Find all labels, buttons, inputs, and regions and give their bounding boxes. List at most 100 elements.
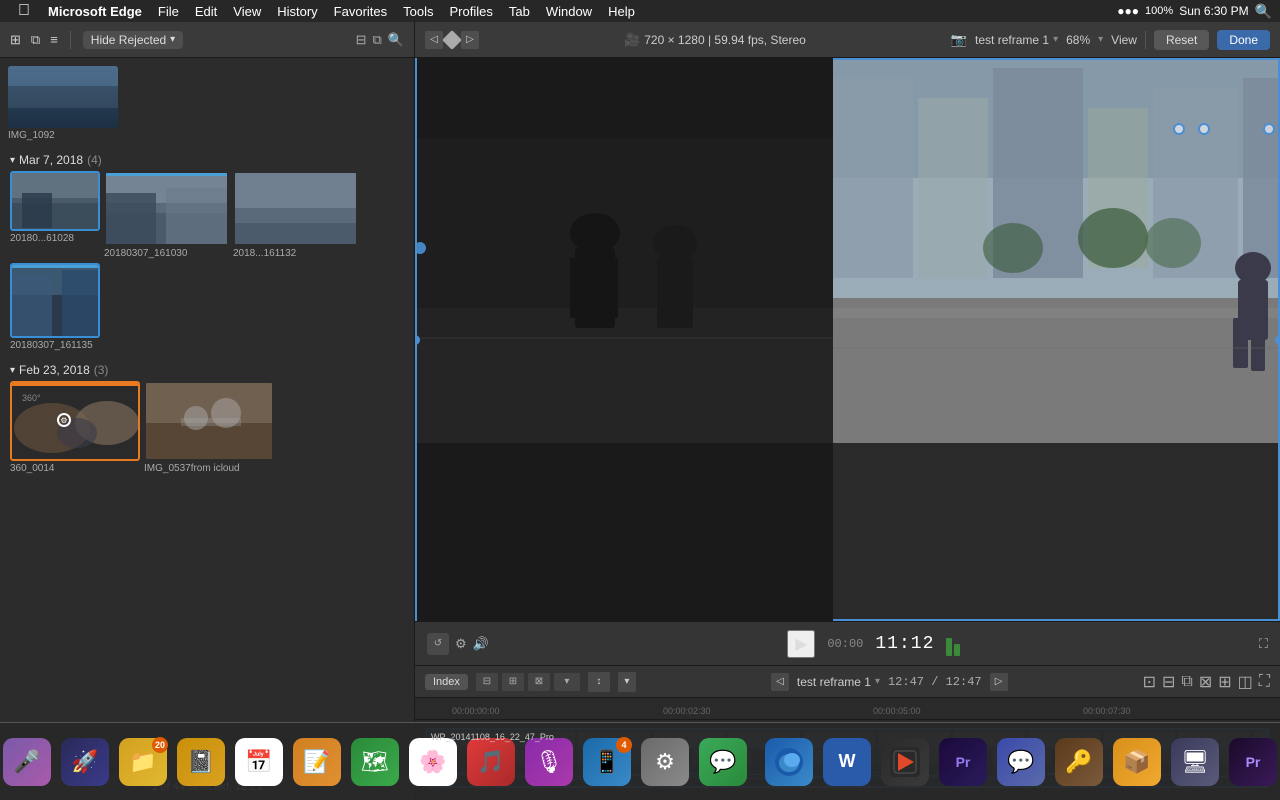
- premiere-letters: Pr: [956, 754, 971, 770]
- sort-arrow[interactable]: ▾: [618, 672, 636, 692]
- layout-btn-4[interactable]: ▾: [554, 673, 580, 691]
- zoom-timeline-icon[interactable]: ⛶: [1259, 673, 1270, 691]
- menu-tools[interactable]: Tools: [395, 0, 441, 22]
- list-icon[interactable]: ≡: [50, 32, 58, 47]
- dock-music-icon: 🎵: [467, 738, 515, 786]
- notes-badge: 20: [152, 737, 168, 753]
- layout-btn-3[interactable]: ⊠: [528, 673, 550, 691]
- reset-button[interactable]: Reset: [1154, 30, 1209, 50]
- dock-photos[interactable]: 🌸: [406, 735, 460, 789]
- dock-archive[interactable]: 📦: [1110, 735, 1164, 789]
- dock-maps[interactable]: 🗺: [348, 735, 402, 789]
- menu-history[interactable]: History: [269, 0, 325, 22]
- menu-view[interactable]: View: [225, 0, 269, 22]
- dock-premiere2[interactable]: Pr: [1226, 735, 1280, 789]
- view-options: ⊟ ⧉ 🔍: [356, 32, 404, 48]
- dock-stickies[interactable]: 📝: [290, 735, 344, 789]
- dock-siri[interactable]: 🎤: [0, 735, 54, 789]
- menu-window[interactable]: Window: [538, 0, 600, 22]
- dock-systemprefs[interactable]: ⚙: [638, 735, 692, 789]
- next-keyframe-button[interactable]: ▷: [461, 31, 479, 49]
- media-list[interactable]: IMG_1092 ▾ Mar 7, 2018 (4): [0, 58, 414, 772]
- options-icon[interactable]: ⚙: [455, 636, 467, 652]
- dock-screen[interactable]: 🖥: [1168, 735, 1222, 789]
- dock-keychain-icon: 🔑: [1055, 738, 1103, 786]
- menu-help[interactable]: Help: [600, 0, 643, 22]
- dock-keychain[interactable]: 🔑: [1052, 735, 1106, 789]
- index-button[interactable]: Index: [425, 674, 468, 690]
- audio-icon[interactable]: 🔊: [473, 636, 489, 652]
- video-preview-left: [415, 58, 833, 621]
- dock-premiere[interactable]: Pr: [936, 735, 990, 789]
- selection-bar: [8, 66, 118, 69]
- layout-btn-2[interactable]: ⊞: [502, 673, 524, 691]
- app-name[interactable]: Microsoft Edge: [40, 0, 150, 22]
- clip-item-360[interactable]: 360° ⚙ 360_0014: [10, 381, 140, 474]
- reframe-handle-right[interactable]: [1275, 335, 1280, 345]
- right-panel: ◁ ▷ 🎥 720 × 1280 | 59.94 fps, Stereo 📷 t…: [415, 22, 1280, 800]
- view-button[interactable]: View: [1111, 33, 1137, 47]
- prev-keyframe-button[interactable]: ◁: [425, 31, 443, 49]
- clip-svg-0: [12, 173, 100, 231]
- apple-menu[interactable]: : [8, 0, 40, 22]
- timeline-prev-button[interactable]: ◁: [771, 673, 789, 691]
- left-scene-svg: [415, 58, 833, 443]
- top-clip-item[interactable]: IMG_1092: [4, 62, 410, 145]
- dock-photos-icon: 🌸: [409, 738, 457, 786]
- dock-launchpad[interactable]: 🚀: [58, 735, 112, 789]
- search-media-icon[interactable]: 🔍: [388, 32, 404, 48]
- clip-icon-1[interactable]: ⊡: [1143, 672, 1156, 692]
- dock-teams[interactable]: 💬: [994, 735, 1048, 789]
- track-label: WP_20141108_16_22_47_Pro: [431, 732, 554, 742]
- reframe-control-center[interactable]: [1173, 123, 1185, 135]
- clip-icon-6[interactable]: ◫: [1238, 672, 1253, 692]
- menu-favorites[interactable]: Favorites: [326, 0, 395, 22]
- dock-word[interactable]: W: [820, 735, 874, 789]
- dock-support[interactable]: 💬: [696, 735, 750, 789]
- dock-edge[interactable]: [762, 735, 816, 789]
- dock-archive-icon: 📦: [1113, 738, 1161, 786]
- clip-icon-2[interactable]: ⊟: [1162, 672, 1175, 692]
- layout-btn-1[interactable]: ⊟: [476, 673, 498, 691]
- menu-tab[interactable]: Tab: [501, 0, 538, 22]
- menu-profiles[interactable]: Profiles: [442, 0, 501, 22]
- clip-item-2[interactable]: 2018...161132: [233, 171, 358, 259]
- grid-view-icon[interactable]: ⊟: [356, 32, 367, 48]
- menu-edit[interactable]: Edit: [187, 0, 225, 22]
- play-button[interactable]: ▶: [787, 630, 815, 658]
- dock-notes[interactable]: 📁 20: [116, 735, 170, 789]
- timecode-display: 11:12: [875, 634, 934, 654]
- dock-appstore[interactable]: 📱 4: [580, 735, 634, 789]
- menu-file[interactable]: File: [150, 0, 187, 22]
- clip-icon-3[interactable]: ⧉: [1181, 673, 1192, 691]
- clip-item-3[interactable]: 20180307_161135: [10, 263, 100, 351]
- clip-item-0[interactable]: 20180...61028: [10, 171, 100, 259]
- filmstrip-view-icon[interactable]: ⧉: [373, 32, 382, 48]
- date-header-feb23[interactable]: ▾ Feb 23, 2018 (3): [4, 359, 410, 381]
- clips-grid-mar7: 20180...61028: [4, 171, 410, 351]
- clip-item-icloud[interactable]: IMG_0537from icloud: [144, 381, 274, 474]
- dock-notebook[interactable]: 📓: [174, 735, 228, 789]
- timeline-next-button[interactable]: ▷: [990, 673, 1008, 691]
- clip-icon-5[interactable]: ⊞: [1218, 672, 1231, 692]
- dock-music[interactable]: 🎵: [464, 735, 518, 789]
- grid-icon[interactable]: ⊞: [10, 32, 21, 48]
- clip-item-1[interactable]: 20180307_161030: [104, 171, 229, 259]
- sort-button[interactable]: ↕: [588, 672, 610, 692]
- expand-icon[interactable]: ⛶: [1259, 636, 1268, 652]
- clip-label-0: 20180...61028: [10, 233, 100, 244]
- reframe-control-2[interactable]: [1198, 123, 1210, 135]
- loop-button[interactable]: ↺: [427, 633, 449, 655]
- hide-rejected-button[interactable]: Hide Rejected ▾: [83, 31, 183, 49]
- fcpx-svg: [890, 747, 920, 777]
- dock-launchpad-icon: 🚀: [61, 738, 109, 786]
- dock-fcpx[interactable]: [878, 735, 932, 789]
- reframe-control-3[interactable]: [1263, 123, 1275, 135]
- filmstrip-icon[interactable]: ⧉: [31, 32, 40, 48]
- dock-podcasts[interactable]: 🎙: [522, 735, 576, 789]
- clip-icon-4[interactable]: ⊠: [1199, 672, 1212, 692]
- done-button[interactable]: Done: [1217, 30, 1270, 50]
- search-icon[interactable]: 🔍: [1255, 3, 1272, 20]
- dock-calendar[interactable]: 📅: [232, 735, 286, 789]
- date-header-mar7[interactable]: ▾ Mar 7, 2018 (4): [4, 149, 410, 171]
